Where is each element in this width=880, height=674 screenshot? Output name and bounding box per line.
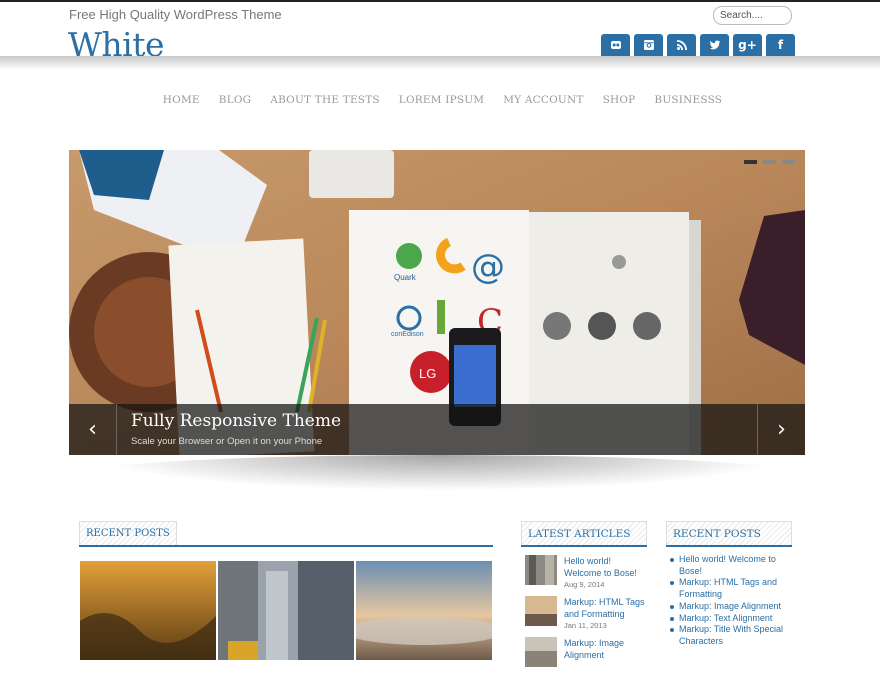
main-nav: HOME BLOG ABOUT THE TESTS LOREM IPSUM MY… <box>0 94 880 106</box>
svg-text:Quark: Quark <box>394 273 417 282</box>
twitter-icon[interactable] <box>700 34 729 56</box>
google-plus-icon[interactable]: g+ <box>733 34 762 56</box>
slider-prev-button[interactable]: ‹ <box>69 404 117 455</box>
site-header: Free High Quality WordPress Theme White … <box>0 2 880 64</box>
sidebar-recent-posts-header: RECENT POSTS <box>666 521 792 547</box>
article-date: Jan 11, 2013 <box>564 621 607 630</box>
nav-item-shop[interactable]: SHOP <box>603 94 636 106</box>
recent-posts-header: RECENT POSTS <box>79 521 493 547</box>
article-thumbnail[interactable] <box>525 555 557 585</box>
article-title[interactable]: Markup: HTML Tags and Formatting <box>564 596 650 620</box>
slider-dot[interactable] <box>763 160 776 164</box>
nav-item-lorem-ipsum[interactable]: LOREM IPSUM <box>399 94 484 106</box>
svg-text:LG: LG <box>419 366 436 381</box>
recent-post-link[interactable]: Markup: Text Alignment <box>670 613 795 625</box>
instagram-icon[interactable] <box>634 34 663 56</box>
search-input[interactable] <box>713 6 792 25</box>
list-item: Hello world! Welcome to Bose! Aug 9, 201… <box>525 555 650 589</box>
facebook-icon[interactable]: f <box>766 34 795 56</box>
post-thumbnail[interactable] <box>356 561 492 660</box>
article-thumbnail[interactable] <box>525 596 557 626</box>
nav-item-about-the-tests[interactable]: ABOUT THE TESTS <box>270 94 380 106</box>
header-shadow <box>0 56 880 70</box>
recent-post-link[interactable]: Hello world! Welcome to Bose! <box>670 554 795 577</box>
slider-dots <box>744 160 795 164</box>
site-tagline: Free High Quality WordPress Theme <box>69 7 282 22</box>
hero-slider[interactable]: Quark @ conEdison C LG ‹ Fully Responsiv… <box>69 150 805 455</box>
article-thumbnail[interactable] <box>525 637 557 667</box>
slider-next-button[interactable]: › <box>757 404 805 455</box>
nav-item-blog[interactable]: BLOG <box>219 94 252 106</box>
article-title[interactable]: Hello world! Welcome to Bose! <box>564 555 650 579</box>
slider-dot[interactable] <box>782 160 795 164</box>
nav-item-businesss[interactable]: BUSINESSS <box>654 94 722 106</box>
list-item: Markup: HTML Tags and Formatting Jan 11,… <box>525 596 650 630</box>
recent-posts-title: RECENT POSTS <box>79 521 177 545</box>
sidebar-recent-posts-list: Hello world! Welcome to Bose! Markup: HT… <box>670 554 795 648</box>
article-date: Aug 9, 2014 <box>564 580 605 589</box>
latest-articles-title: LATEST ARTICLES <box>521 521 647 545</box>
sidebar-recent-posts-title: RECENT POSTS <box>666 521 792 545</box>
latest-articles-list: Hello world! Welcome to Bose! Aug 9, 201… <box>525 555 650 674</box>
slide-title: Fully Responsive Theme <box>131 411 342 431</box>
post-thumbnail[interactable] <box>218 561 354 660</box>
slide-caption: ‹ Fully Responsive Theme Scale your Brow… <box>69 404 805 455</box>
svg-text:@: @ <box>471 247 505 287</box>
nav-item-home[interactable]: HOME <box>163 94 200 106</box>
latest-articles-header: LATEST ARTICLES <box>521 521 647 547</box>
slide-subtitle: Scale your Browser or Open it on your Ph… <box>131 436 323 447</box>
rss-icon[interactable] <box>667 34 696 56</box>
recent-post-link[interactable]: Markup: Title With Special Characters <box>670 624 795 647</box>
nav-item-my-account[interactable]: MY ACCOUNT <box>503 94 583 106</box>
slider-shadow <box>90 455 790 491</box>
recent-posts-grid <box>80 561 492 660</box>
article-title[interactable]: Markup: Image Alignment <box>564 637 650 661</box>
recent-post-link[interactable]: Markup: HTML Tags and Formatting <box>670 577 795 600</box>
post-thumbnail[interactable] <box>80 561 216 660</box>
svg-text:conEdison: conEdison <box>391 331 424 338</box>
flickr-icon[interactable] <box>601 34 630 56</box>
slider-dot[interactable] <box>744 160 757 164</box>
recent-post-link[interactable]: Markup: Image Alignment <box>670 601 795 613</box>
social-icons: g+ f <box>601 34 795 56</box>
list-item: Markup: Image Alignment <box>525 637 650 667</box>
